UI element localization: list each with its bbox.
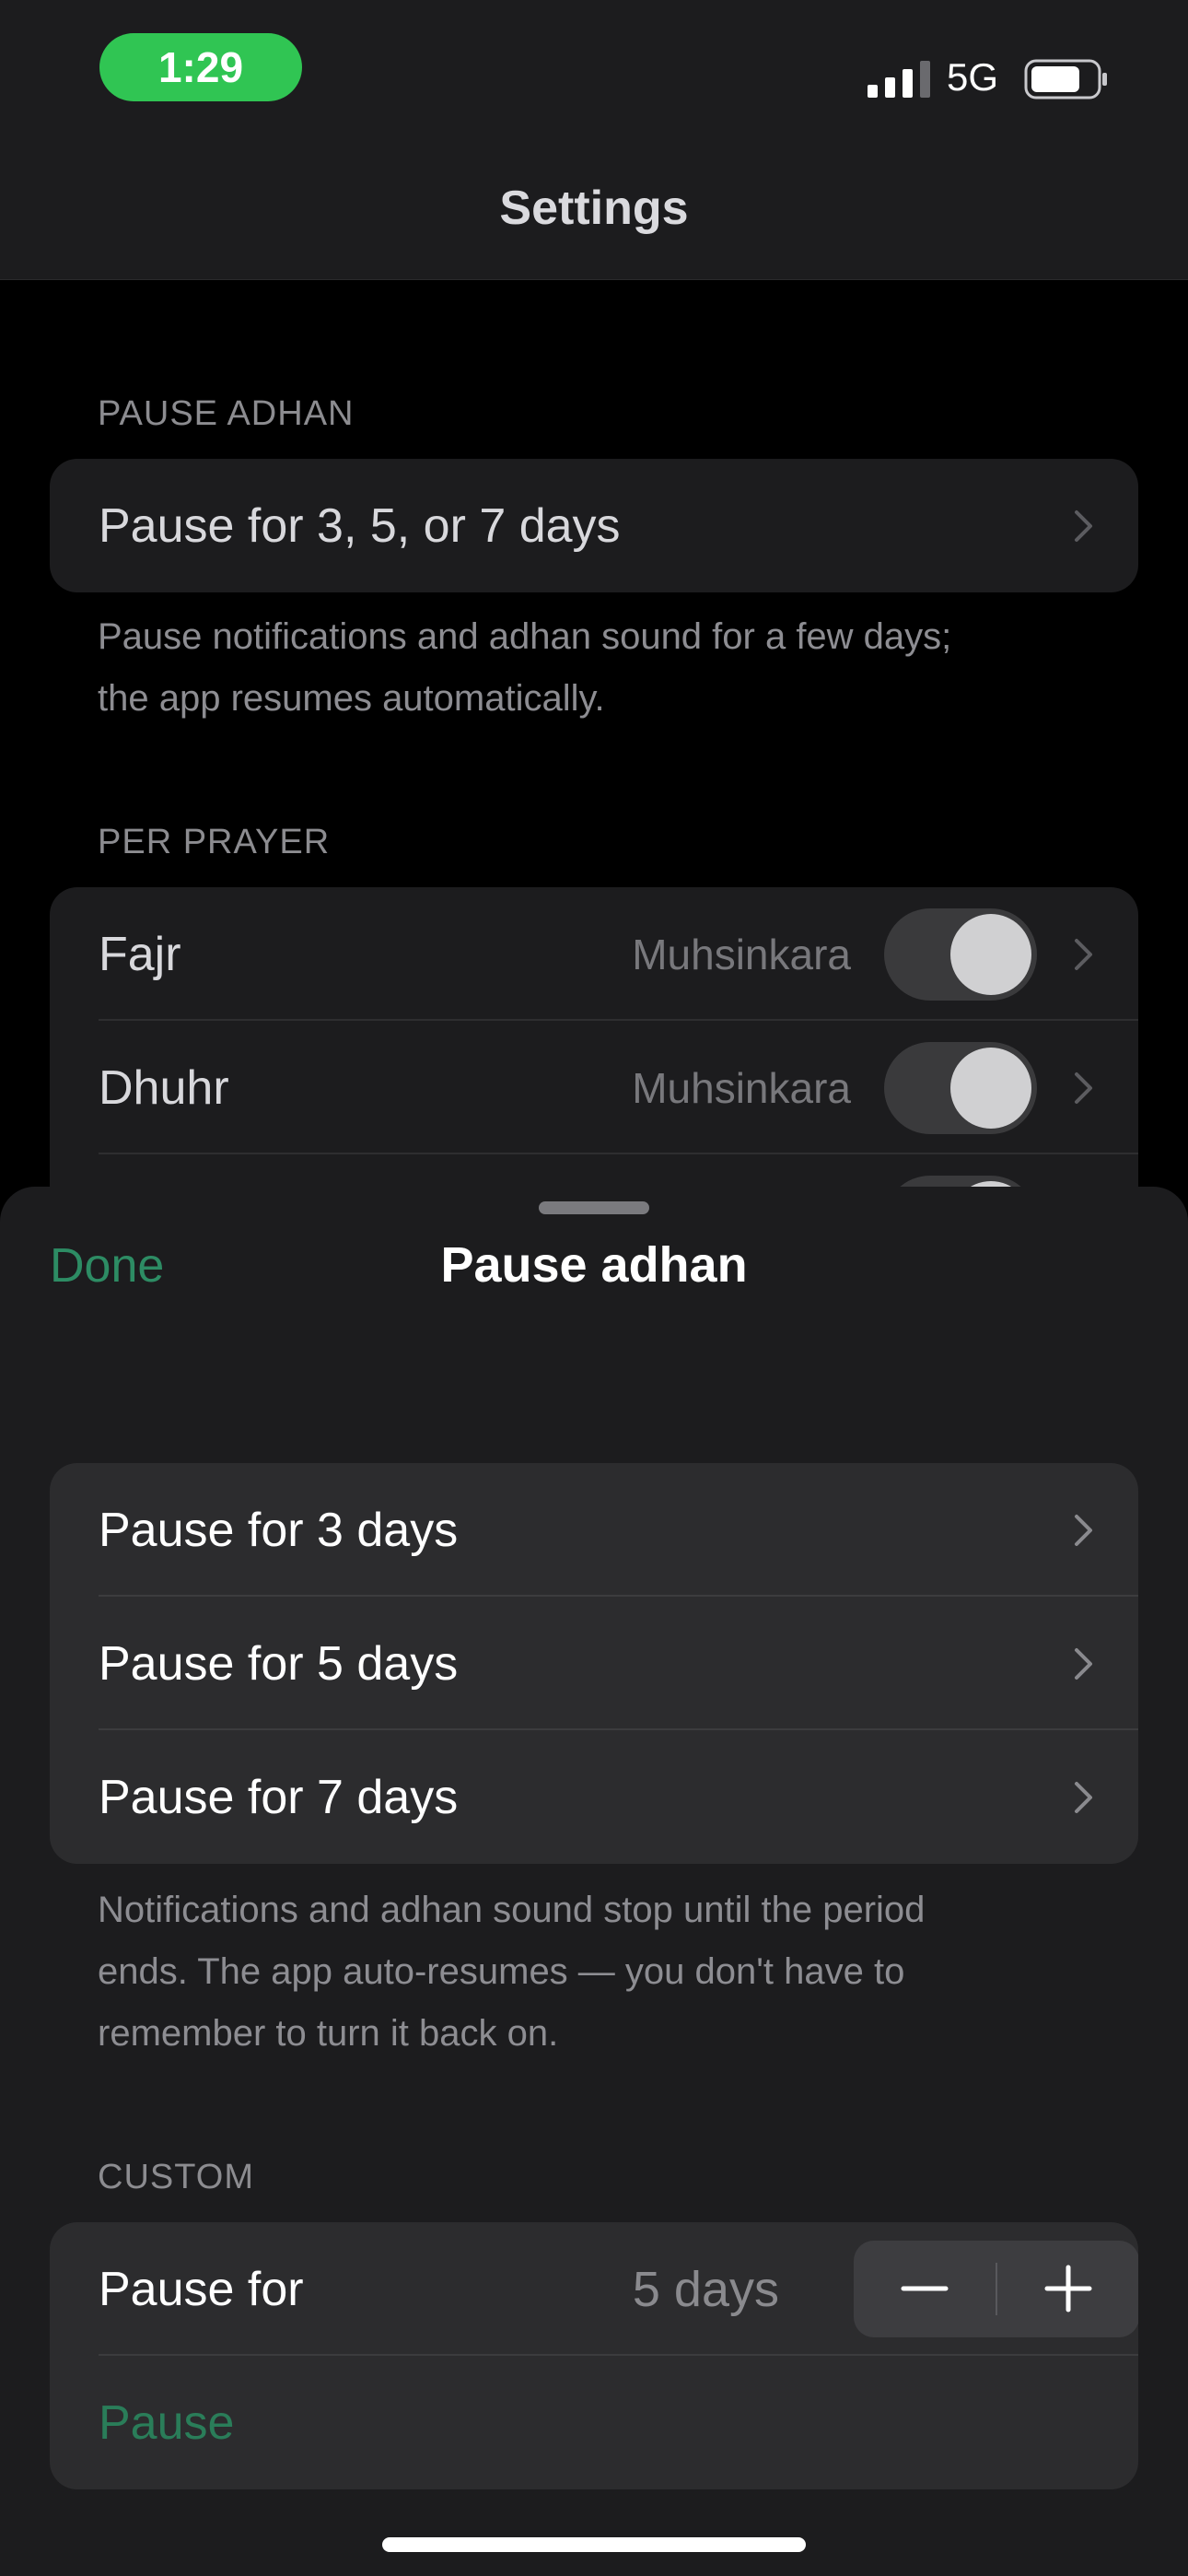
prayer-toggle[interactable] xyxy=(884,907,1037,1001)
pause-adhan-footer: Pause notifications and adhan sound for … xyxy=(98,606,1111,730)
chevron-right-icon xyxy=(1075,509,1092,542)
decrement-button[interactable] xyxy=(854,2241,996,2337)
pause-options-row[interactable]: Pause for 3, 5, or 7 days xyxy=(50,459,1138,592)
battery-icon xyxy=(1024,59,1107,100)
chevron-right-icon xyxy=(1075,1071,1092,1104)
duration-value: 5 days xyxy=(632,2261,779,2317)
custom-pause-group: Pause for 5 days Pause xyxy=(50,2222,1138,2489)
pause-action-row[interactable]: Pause xyxy=(50,2356,1138,2489)
pause-duration-group: Pause for 3 days Pause for 5 days Pause … xyxy=(50,1463,1138,1864)
option-label: Pause for 7 days xyxy=(99,1770,459,1824)
footer-line: remember to turn it back on. xyxy=(98,2013,559,2054)
page-title: Settings xyxy=(499,181,689,235)
pause-adhan-sheet: Done Pause adhan Pause for 3 days Pause … xyxy=(0,1187,1188,2576)
custom-row-label: Pause for xyxy=(99,2262,304,2316)
pause-5-days-row[interactable]: Pause for 5 days xyxy=(50,1597,1138,1730)
section-header-custom: CUSTOM xyxy=(98,2158,254,2196)
pause-3-days-row[interactable]: Pause for 3 days xyxy=(50,1463,1138,1597)
chevron-right-icon xyxy=(1075,1647,1092,1680)
prayer-toggle[interactable] xyxy=(884,1041,1037,1134)
chevron-right-icon xyxy=(1075,1781,1092,1813)
toggle-knob xyxy=(950,1047,1031,1129)
minus-icon xyxy=(901,2286,949,2291)
prayer-sound-value: Muhsinkara xyxy=(632,930,851,978)
prayer-row-dhuhr[interactable]: Dhuhr Muhsinkara xyxy=(50,1021,1138,1154)
sheet-grabber[interactable] xyxy=(539,1201,649,1214)
plus-icon xyxy=(1044,2265,1092,2313)
option-label: Pause for 3 days xyxy=(99,1503,459,1557)
section-header-pause-adhan: PAUSE ADHAN xyxy=(98,394,355,433)
pause-button[interactable]: Pause xyxy=(99,2395,234,2451)
increment-button[interactable] xyxy=(997,2241,1138,2337)
pause-options-label: Pause for 3, 5, or 7 days xyxy=(99,498,621,553)
option-label: Pause for 5 days xyxy=(99,1636,459,1691)
toggle-knob xyxy=(950,913,1031,995)
prayer-label: Dhuhr xyxy=(99,1060,229,1115)
footer-line: Pause notifications and adhan sound for … xyxy=(98,616,952,657)
custom-duration-row: Pause for 5 days xyxy=(50,2222,1138,2356)
status-time[interactable]: 1:29 xyxy=(99,33,302,101)
home-indicator[interactable] xyxy=(382,2537,806,2552)
network-type: 5G xyxy=(947,55,999,99)
navigation-bar: 1:29 5G Settings xyxy=(0,0,1188,280)
pause-options-footer: Notifications and adhan sound stop until… xyxy=(98,1879,1129,2065)
cellular-signal-icon xyxy=(868,61,930,98)
pause-adhan-group: Pause for 3, 5, or 7 days xyxy=(50,459,1138,592)
pause-7-days-row[interactable]: Pause for 7 days xyxy=(50,1730,1138,1864)
chevron-right-icon xyxy=(1075,938,1092,970)
footer-line: the app resumes automatically. xyxy=(98,678,605,719)
section-header-per-prayer: PER PRAYER xyxy=(98,823,331,861)
footer-line: Notifications and adhan sound stop until… xyxy=(98,1890,926,1930)
chevron-right-icon xyxy=(1075,1514,1092,1546)
prayer-label: Fajr xyxy=(99,927,181,981)
duration-stepper xyxy=(854,2241,1138,2337)
prayer-row-fajr[interactable]: Fajr Muhsinkara xyxy=(50,887,1138,1021)
footer-line: ends. The app auto-resumes — you don't h… xyxy=(98,1951,905,1992)
prayer-sound-value: Muhsinkara xyxy=(632,1063,851,1112)
sheet-title: Pause adhan xyxy=(440,1237,748,1293)
